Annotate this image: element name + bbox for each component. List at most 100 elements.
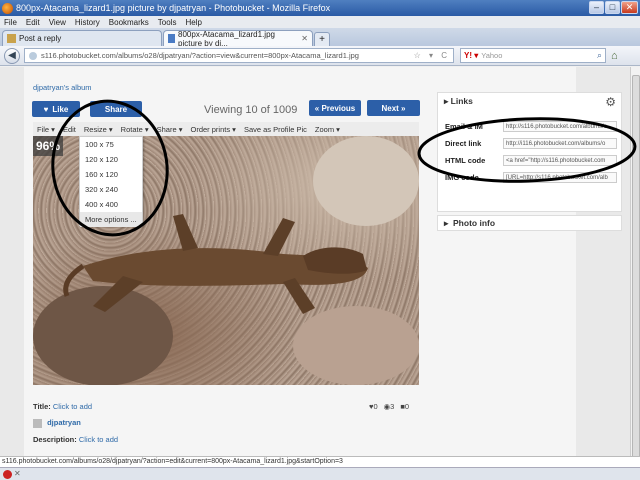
link-label: HTML code [445,155,486,165]
share-label: Share [104,104,128,114]
like-button[interactable]: ♥ Like [32,101,80,117]
toolbar-share[interactable]: Share ▾ [157,125,183,134]
links-panel: ▸ Links ⚙ Email & IM http://s116.photobu… [437,92,622,212]
link-code-field[interactable]: [URL=http://s116.photobucket.com/alb [503,171,617,183]
menu-bar: File Edit View History Bookmarks Tools H… [0,16,640,28]
description-add-link[interactable]: Click to add [79,435,118,444]
avatar [33,418,42,428]
resize-option[interactable]: 320 x 240 [80,182,142,197]
photo-stats: ♥0 ◉3 ■0 [369,402,409,411]
scrollbar-thumb[interactable] [632,75,640,460]
gear-icon[interactable]: ⚙ [605,95,616,109]
owner-link[interactable]: djpatryan [47,418,81,427]
firefox-icon [2,2,13,14]
link-code-field[interactable]: <a href="http://s116.photobucket.com [503,154,617,166]
title-add-link[interactable]: Click to add [53,402,92,411]
tab-post-reply[interactable]: Post a reply [2,30,162,46]
link-row-email: Email & IM http://s116.photobucket.com/a… [445,120,617,132]
link-row-direct: Direct link http://i116.photobucket.com/… [445,137,617,149]
site-icon [29,51,37,60]
toolbar-edit[interactable]: Edit [63,125,76,134]
expand-arrow-icon: ▸ [444,95,451,106]
home-icon[interactable]: ⌂ [611,50,618,62]
like-label: Like [52,104,69,114]
link-code-field[interactable]: http://i116.photobucket.com/albums/o [503,137,617,149]
menu-file[interactable]: File [4,18,17,27]
comments-count: ■0 [400,402,410,411]
next-button[interactable]: Next » [367,100,420,116]
resize-option[interactable]: 100 x 75 [80,137,142,152]
status-bar: s116.photobucket.com/albums/o28/djpatrya… [0,456,640,467]
album-link[interactable]: djpatryan's album [33,83,92,92]
share-button[interactable]: Share [90,101,142,117]
menu-view[interactable]: View [49,18,66,27]
toolbar-zoom[interactable]: Zoom ▾ [315,125,340,134]
window-controls: – □ ✕ [589,1,638,14]
navigation-bar: ◀ s116.photobucket.com/albums/o28/djpatr… [0,46,640,66]
heart-icon: ♥ [43,104,49,114]
menu-history[interactable]: History [75,18,100,27]
link-code-field[interactable]: http://s116.photobucket.com/albums/o [503,120,617,132]
likes-count: ♥0 [369,402,378,411]
views-count: ◉3 [383,402,395,411]
expand-arrow-icon: ▸ [444,218,451,228]
resize-option[interactable]: 160 x 120 [80,167,142,182]
search-box[interactable]: Y! ▾ Yahoo ⌕ [460,48,606,63]
zoom-percentage: 96% [33,136,63,156]
link-label: IMG code [445,172,479,182]
links-panel-header[interactable]: ▸ Links [438,93,621,109]
owner-row: djpatryan [33,418,81,428]
url-controls[interactable]: ☆ ▾ C [414,51,450,60]
tab-photobucket[interactable]: 800px-Atacama_lizard1.jpg picture by dj.… [163,29,313,48]
title-row: Title: Click to add [33,402,92,411]
yahoo-icon: Y! ▾ [464,51,479,60]
page-icon [168,34,176,43]
photo-info-panel[interactable]: ▸ Photo info [437,215,622,231]
description-row: Description: Click to add [33,435,118,444]
search-icon[interactable]: ⌕ [597,50,602,61]
menu-tools[interactable]: Tools [158,18,177,27]
link-row-html: HTML code <a href="http://s116.photobuck… [445,154,617,166]
menu-bookmarks[interactable]: Bookmarks [109,18,149,27]
links-heading: Links [450,96,473,106]
page-icon [7,34,16,43]
toolbar-resize[interactable]: Resize ▾ [84,125,113,134]
toolbar-save-profile-pic[interactable]: Save as Profile Pic [244,125,307,134]
search-placeholder: Yahoo [481,51,503,60]
web-page: djpatryan's album ♥ Like Share Viewing 1… [0,67,640,465]
url-text: s116.photobucket.com/albums/o28/djpatrya… [41,51,359,60]
toolbar-file[interactable]: File ▾ [37,125,55,134]
photo-toolbar: File ▾ Edit Resize ▾ Rotate ▾ Share ▾ Or… [33,122,419,136]
toolbar-order-prints[interactable]: Order prints ▾ [190,125,235,134]
toolbar-rotate[interactable]: Rotate ▾ [121,125,149,134]
window-title: 800px-Atacama_lizard1.jpg picture by djp… [16,3,331,13]
tab-label: 800px-Atacama_lizard1.jpg picture by dj.… [178,29,275,48]
resize-option[interactable]: 400 x 400 [80,197,142,212]
previous-button[interactable]: « Previous [309,100,361,116]
maximize-button[interactable]: □ [605,1,620,14]
description-label: Description: [33,435,77,444]
close-icon[interactable]: ✕ [14,469,21,478]
address-bar[interactable]: s116.photobucket.com/albums/o28/djpatrya… [24,48,454,63]
back-button[interactable]: ◀ [4,47,20,64]
tab-label: Post a reply [19,34,62,43]
resize-more-options[interactable]: More options ... [80,212,142,227]
photo-info-heading: Photo info [453,218,496,228]
menu-edit[interactable]: Edit [26,18,40,27]
link-label: Direct link [445,138,482,148]
viewing-counter: Viewing 10 of 1009 [204,104,298,116]
title-label: Title: [33,402,51,411]
tab-bar: Post a reply 800px-Atacama_lizard1.jpg p… [0,28,640,48]
addon-icon[interactable] [3,470,12,479]
resize-dropdown: 100 x 75 120 x 120 160 x 120 320 x 240 4… [79,136,143,227]
link-row-img: IMG code [URL=http://s116.photobucket.co… [445,171,617,183]
resize-option[interactable]: 120 x 120 [80,152,142,167]
close-button[interactable]: ✕ [621,1,638,14]
new-tab-button[interactable]: + [314,32,330,46]
window-titlebar: 800px-Atacama_lizard1.jpg picture by djp… [0,0,640,16]
close-tab-icon[interactable]: ✕ [301,34,308,43]
menu-help[interactable]: Help [185,18,201,27]
minimize-button[interactable]: – [589,1,604,14]
link-label: Email & IM [445,121,483,131]
page-scrollbar[interactable] [630,67,640,465]
